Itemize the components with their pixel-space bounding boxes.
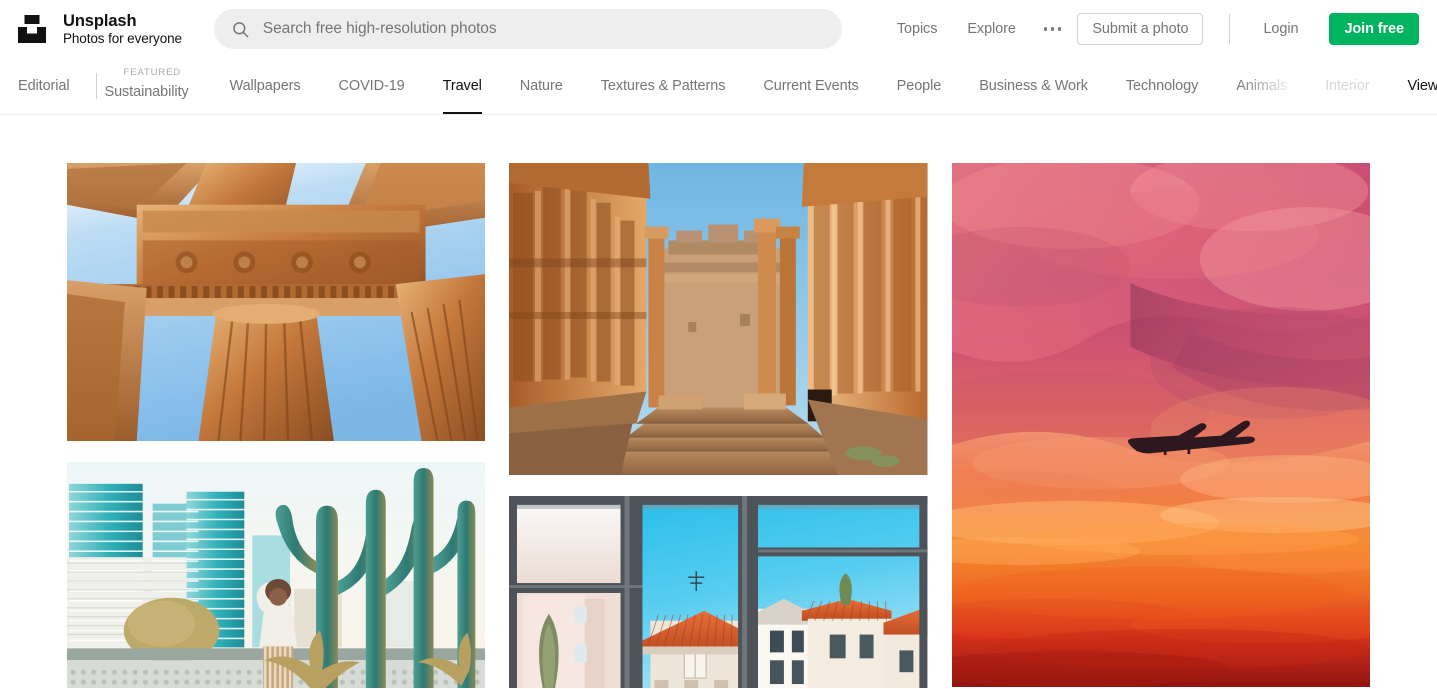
brand-tagline: Photos for everyone <box>63 31 182 47</box>
gallery-column <box>509 163 928 688</box>
nav-item-textures-patterns[interactable]: Textures & Patterns <box>582 58 745 114</box>
nav-item-label: Editorial <box>18 78 70 94</box>
brand-text: Unsplash Photos for everyone <box>63 11 182 46</box>
nav-item-nature[interactable]: Nature <box>501 58 582 114</box>
submit-a-photo-button[interactable]: Submit a photo <box>1077 13 1204 45</box>
unsplash-camera-logo-icon <box>12 9 52 49</box>
nav-item-business-work[interactable]: Business & Work <box>960 58 1107 114</box>
nav-item-label: COVID-19 <box>338 78 405 94</box>
nav-item-editorial[interactable]: Editorial <box>18 58 92 114</box>
nav-item-label: Interior <box>1325 78 1370 94</box>
photo-baalbek-temple-interior[interactable] <box>509 163 928 475</box>
nav-item-label: Nature <box>519 78 563 94</box>
nav-item-label: Travel <box>442 78 482 94</box>
search-input[interactable] <box>262 9 826 49</box>
topics-link[interactable]: Topics <box>882 21 953 37</box>
photo-gallery <box>0 115 1437 688</box>
category-nav: Editorial FEATURED Sustainability Wallpape… <box>0 58 1437 115</box>
nav-item-label: Current Events <box>763 78 859 94</box>
nav-item-view-all[interactable]: View all <box>1388 58 1437 114</box>
explore-link[interactable]: Explore <box>952 21 1030 37</box>
brand-name: Unsplash <box>63 12 137 31</box>
nav-item-current-events[interactable]: Current Events <box>744 58 877 114</box>
nav-item-technology[interactable]: Technology <box>1107 58 1217 114</box>
search-icon <box>231 20 250 39</box>
gallery-column <box>951 163 1370 688</box>
nav-item-people[interactable]: People <box>878 58 961 114</box>
ellipsis-dot <box>1043 27 1048 31</box>
nav-item-animals[interactable]: Animals <box>1217 58 1306 114</box>
header-actions: Topics Explore Submit a photo Login Join… <box>882 13 1423 45</box>
category-nav-scroller[interactable]: Editorial FEATURED Sustainability Wallpape… <box>0 58 1437 114</box>
photo-cactus-city-skyline[interactable] <box>67 462 486 688</box>
nav-item-label: Textures & Patterns <box>600 78 726 94</box>
ellipsis-icon[interactable] <box>1031 17 1078 41</box>
site-header: Unsplash Photos for everyone Topics Expl… <box>0 0 1437 58</box>
ellipsis-dot <box>1057 27 1062 31</box>
nav-item-covid-19[interactable]: COVID-19 <box>320 58 424 114</box>
photo-airplane-sunset-sky[interactable] <box>951 163 1370 687</box>
nav-item-label: Sustainability <box>104 84 189 100</box>
join-free-button[interactable]: Join free <box>1329 13 1419 45</box>
featured-badge: FEATURED <box>123 67 182 78</box>
nav-item-label: Technology <box>1125 78 1199 94</box>
photo-roman-columns-upward[interactable] <box>67 163 486 441</box>
gallery-column <box>67 163 486 688</box>
nav-item-interior[interactable]: Interior <box>1306 58 1388 114</box>
search-bar[interactable] <box>213 9 842 49</box>
nav-item-label: Business & Work <box>979 78 1088 94</box>
header-divider <box>1229 14 1231 44</box>
nav-item-label: View all <box>1407 78 1437 94</box>
nav-item-travel[interactable]: Travel <box>424 58 501 114</box>
nav-divider <box>95 73 97 99</box>
nav-item-label: Animals <box>1236 78 1288 94</box>
brand-logo-link[interactable]: Unsplash Photos for everyone <box>12 9 182 49</box>
nav-item-label: Wallpapers <box>229 78 301 94</box>
nav-item-label: People <box>896 78 942 94</box>
login-link[interactable]: Login <box>1248 21 1313 37</box>
nav-item-wallpapers[interactable]: Wallpapers <box>211 58 320 114</box>
photo-window-lisbon-rooftops[interactable] <box>509 496 928 688</box>
nav-item-sustainability[interactable]: FEATURED Sustainability <box>105 58 211 114</box>
ellipsis-dot <box>1050 27 1055 31</box>
